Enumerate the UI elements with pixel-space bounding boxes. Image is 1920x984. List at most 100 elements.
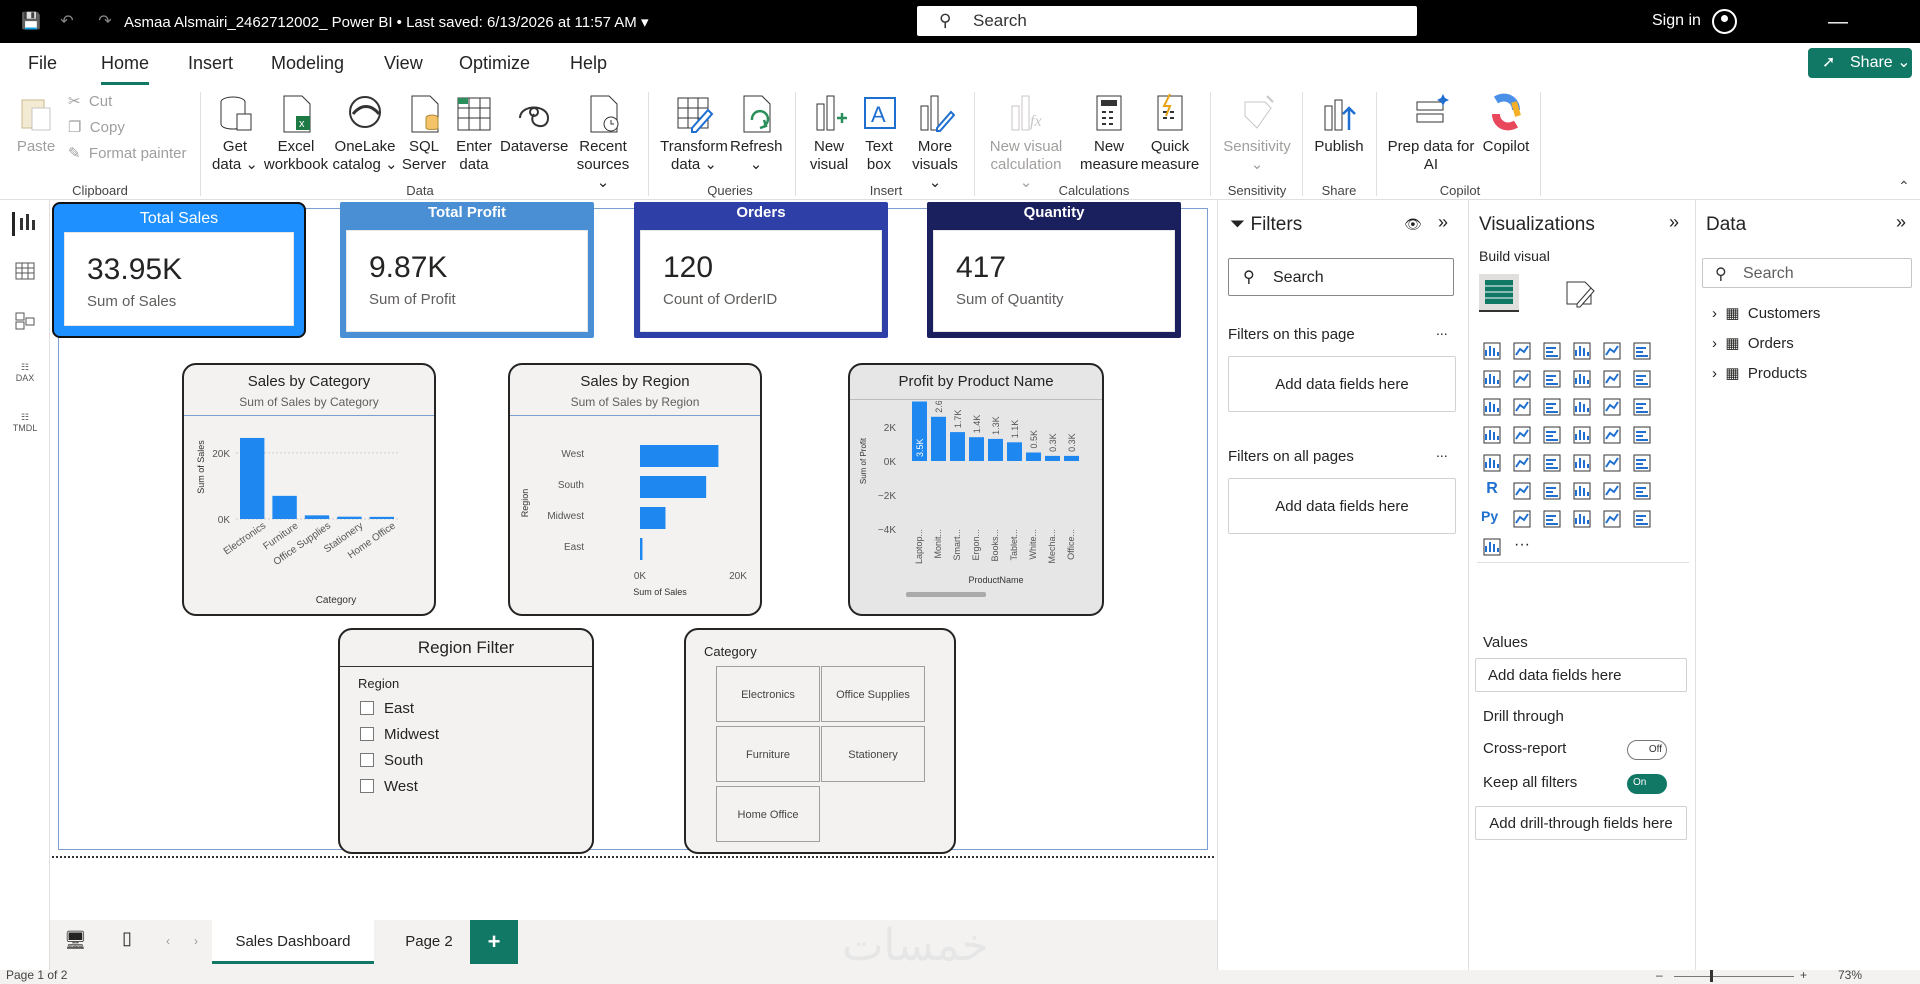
metrics-icon[interactable] — [1541, 508, 1563, 530]
multi-card-icon[interactable] — [1511, 452, 1533, 474]
pie-chart-icon[interactable] — [1601, 396, 1623, 418]
paginated-icon[interactable] — [1571, 480, 1593, 502]
global-search-input[interactable]: ⚲ Search — [917, 6, 1417, 36]
slicer-option-south[interactable]: South — [360, 752, 423, 769]
minimize-icon[interactable]: — — [1823, 8, 1853, 36]
shape-map-icon[interactable] — [1571, 424, 1593, 446]
refresh-button[interactable]: Refresh ⌄ — [730, 92, 783, 174]
stacked-area-icon[interactable] — [1541, 368, 1563, 390]
card-total-sales[interactable]: Total Sales 33.95K Sum of Sales — [52, 202, 306, 338]
slicer-option-midwest[interactable]: Midwest — [360, 726, 439, 743]
data-search-input[interactable]: ⚲ Search — [1702, 258, 1912, 288]
power-apps-icon[interactable] — [1601, 508, 1623, 530]
100-bar-icon[interactable] — [1601, 340, 1623, 362]
donut-chart-icon[interactable] — [1631, 396, 1653, 418]
sign-in-link[interactable]: Sign in — [1652, 12, 1701, 30]
treemap-icon[interactable] — [1481, 424, 1503, 446]
recent-sources-button[interactable]: Recent sources ⌄ — [570, 92, 636, 192]
prep-data-for-ai-button[interactable]: Prep data for AI — [1386, 92, 1476, 174]
power-automate-icon[interactable] — [1631, 508, 1653, 530]
new-visual-calculation-button[interactable]: fx New visual calculation ⌄ — [984, 92, 1068, 192]
card-icon[interactable] — [1481, 452, 1503, 474]
copy-button[interactable]: ❐ Copy — [68, 118, 125, 136]
zoom-out-icon[interactable]: – — [1656, 968, 1663, 982]
table-customers[interactable]: › ▦ Customers — [1712, 304, 1820, 322]
text-box-button[interactable]: A Text box — [856, 92, 902, 174]
100-column-icon[interactable] — [1631, 340, 1653, 362]
excel-workbook-button[interactable]: x Excel workbook — [262, 92, 330, 174]
ribbon-chart-icon[interactable] — [1481, 396, 1503, 418]
drill-through-dropzone[interactable]: Add drill-through fields here — [1475, 806, 1687, 840]
gauge-icon[interactable] — [1631, 424, 1653, 446]
trophy-icon[interactable] — [1601, 480, 1623, 502]
card-total-profit[interactable]: Total Profit 9.87K Sum of Profit — [340, 202, 594, 338]
paste-button[interactable]: Paste — [14, 92, 58, 156]
collapse-visualizations-icon[interactable]: » — [1669, 212, 1679, 233]
slicer-tile-office-supplies[interactable]: Office Supplies — [821, 666, 925, 722]
model-view-icon[interactable] — [12, 312, 38, 336]
collapse-data-icon[interactable]: » — [1896, 212, 1906, 233]
undo-icon[interactable]: ↶ — [56, 10, 78, 32]
zoom-level[interactable]: 73% — [1838, 968, 1862, 982]
enter-data-button[interactable]: Enter data — [450, 92, 498, 174]
tab-page-2[interactable]: Page 2 — [388, 920, 470, 964]
onelake-catalog-button[interactable]: OneLake catalog ⌄ — [332, 92, 398, 174]
slicer-icon[interactable] — [1571, 452, 1593, 474]
clustered-column-icon[interactable] — [1571, 340, 1593, 362]
zoom-thumb[interactable] — [1710, 970, 1713, 982]
zoom-slider[interactable] — [1674, 976, 1794, 977]
menu-optimize[interactable]: Optimize — [459, 53, 530, 74]
sensitivity-button[interactable]: Sensitivity ⌄ — [1220, 92, 1294, 174]
cross-report-toggle[interactable]: Off — [1627, 740, 1667, 760]
r-visual-icon[interactable]: R — [1481, 480, 1503, 502]
table-icon[interactable] — [1601, 452, 1623, 474]
stacked-bar-icon[interactable] — [1481, 340, 1503, 362]
share-button[interactable]: ➚ Share ⌄ — [1808, 48, 1912, 78]
azure-map-icon[interactable] — [1601, 424, 1623, 446]
dax-query-view-icon[interactable]: ☷ DAX — [12, 362, 38, 386]
more-options-icon[interactable]: ... — [1436, 444, 1448, 460]
keep-all-filters-toggle[interactable]: On — [1627, 774, 1667, 794]
filters-search-input[interactable]: ⚲ Search — [1228, 258, 1454, 296]
get-data-button[interactable]: Get data ⌄ — [210, 92, 260, 174]
menu-file[interactable]: File — [28, 53, 57, 74]
area-chart-icon[interactable] — [1511, 368, 1533, 390]
category-slicer[interactable]: Category Electronics Office Supplies Fur… — [684, 628, 956, 854]
checkbox[interactable] — [360, 701, 374, 715]
dataverse-button[interactable]: Dataverse — [500, 92, 568, 156]
menu-help[interactable]: Help — [570, 53, 607, 74]
clustered-bar-icon[interactable] — [1541, 340, 1563, 362]
more-visuals-icon[interactable]: ··· — [1511, 536, 1533, 558]
checkbox[interactable] — [360, 753, 374, 767]
document-title[interactable]: Asmaa Alsmairi_2462712002_ Power BI • La… — [124, 13, 649, 31]
filters-all-dropzone[interactable]: Add data fields here — [1228, 478, 1456, 534]
publish-button[interactable]: Publish — [1312, 92, 1366, 156]
slicer-option-east[interactable]: East — [360, 700, 414, 717]
collapse-filters-icon[interactable]: » — [1438, 212, 1448, 233]
slicer-tile-home-office[interactable]: Home Office — [716, 786, 820, 842]
100-area-icon[interactable] — [1571, 368, 1593, 390]
chevron-visual-icon[interactable] — [1481, 536, 1503, 558]
filters-page-dropzone[interactable]: Add data fields here — [1228, 356, 1456, 412]
waterfall-icon[interactable] — [1511, 396, 1533, 418]
desktop-layout-icon[interactable]: 🖥 — [64, 930, 87, 951]
checkbox[interactable] — [360, 727, 374, 741]
image-icon[interactable] — [1571, 508, 1593, 530]
report-view-icon[interactable] — [12, 212, 38, 236]
table-view-icon[interactable] — [12, 262, 38, 286]
funnel-icon[interactable] — [1541, 396, 1563, 418]
menu-view[interactable]: View — [384, 53, 423, 74]
filled-map-icon[interactable] — [1541, 424, 1563, 446]
slicer-tile-stationery[interactable]: Stationery — [821, 726, 925, 782]
values-dropzone[interactable]: Add data fields here — [1475, 658, 1687, 692]
chart-sales-by-category[interactable]: Sales by Category Sum of Sales by Catego… — [182, 363, 436, 616]
slicer-tile-electronics[interactable]: Electronics — [716, 666, 820, 722]
chart-profit-by-product[interactable]: Profit by Product Name Sum of Profit4K2K… — [848, 363, 1104, 616]
checkbox[interactable] — [360, 779, 374, 793]
table-orders[interactable]: › ▦ Orders — [1712, 334, 1794, 352]
qa-icon[interactable]: Py — [1481, 508, 1503, 530]
decomp-tree-icon[interactable] — [1541, 480, 1563, 502]
mobile-layout-icon[interactable]: ▯ — [122, 928, 132, 949]
redo-icon[interactable]: ↷ — [94, 10, 116, 32]
save-icon[interactable]: 💾 — [20, 10, 42, 32]
